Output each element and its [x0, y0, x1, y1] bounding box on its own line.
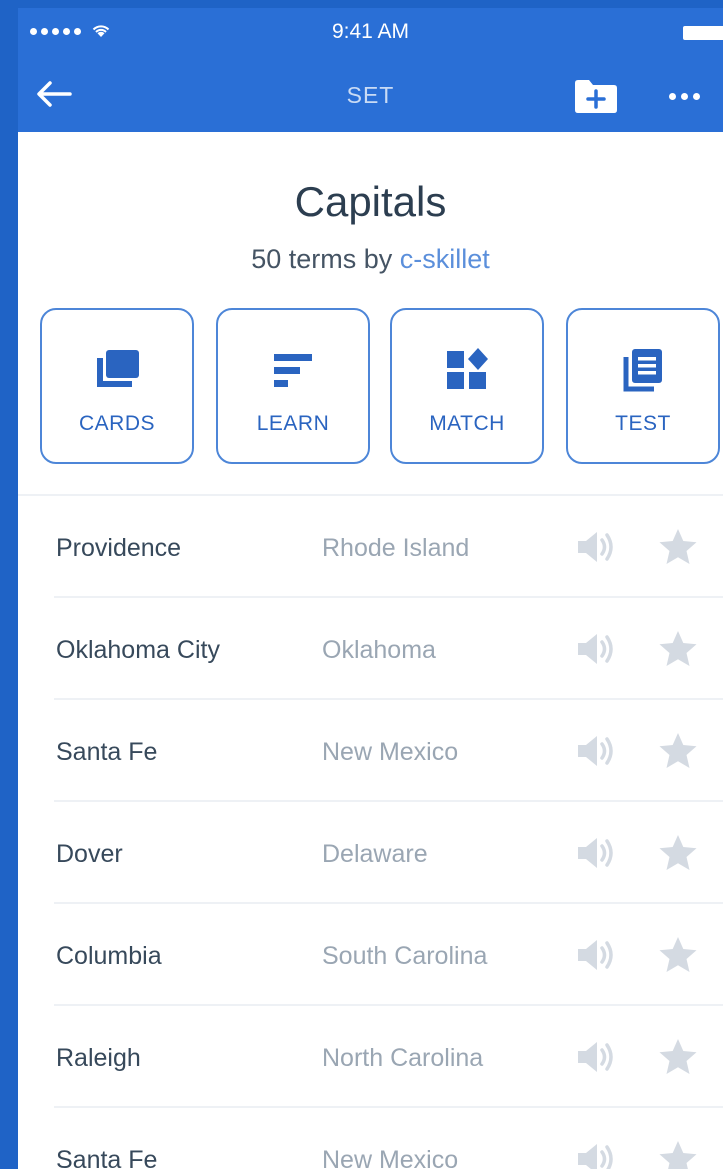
star-button[interactable]	[656, 526, 700, 568]
term-row[interactable]: Dover Delaware	[18, 802, 723, 904]
term-row[interactable]: Providence Rhode Island	[18, 496, 723, 598]
test-mode-button[interactable]: TEST	[566, 308, 720, 464]
speaker-icon	[578, 634, 613, 664]
term-list: Providence Rhode Island Oklahoma City Ok…	[18, 496, 723, 1169]
star-button[interactable]	[656, 730, 700, 772]
cards-mode-button[interactable]: CARDS	[40, 308, 194, 464]
learn-icon	[274, 354, 312, 387]
term-row[interactable]: Santa Fe New Mexico	[18, 700, 723, 802]
term-text: Providence	[56, 534, 182, 562]
author-link[interactable]: c-skillet	[400, 244, 490, 274]
add-to-folder-button[interactable]	[570, 74, 622, 118]
term-count: 50 terms by	[251, 244, 400, 274]
term-text: Santa Fe	[56, 738, 158, 766]
star-button[interactable]	[656, 1036, 700, 1078]
match-label: MATCH	[429, 412, 505, 435]
play-audio-button[interactable]	[574, 628, 620, 670]
star-icon	[659, 1141, 697, 1169]
play-audio-button[interactable]	[574, 934, 620, 976]
more-dot-icon	[680, 92, 688, 100]
speaker-icon	[578, 532, 613, 562]
speaker-icon	[578, 1042, 613, 1072]
device-frame-top	[0, 0, 723, 8]
star-button[interactable]	[656, 832, 700, 874]
term-text: Columbia	[56, 942, 162, 970]
star-icon	[659, 529, 697, 564]
app-bar: 9:41 AM SET	[18, 8, 723, 132]
learn-label: LEARN	[256, 412, 330, 435]
term-text: Santa Fe	[56, 1146, 158, 1169]
term-row[interactable]: Columbia South Carolina	[18, 904, 723, 1006]
play-audio-button[interactable]	[574, 730, 620, 772]
speaker-icon	[578, 940, 613, 970]
definition-text: North Carolina	[322, 1044, 484, 1072]
speaker-icon	[578, 838, 613, 868]
test-label: TEST	[615, 412, 671, 435]
speaker-icon	[578, 736, 613, 766]
app-screen: 9:41 AM SET Capitals 50 terms by c-skill…	[18, 8, 723, 1169]
term-row[interactable]: Santa Fe New Mexico	[18, 1108, 723, 1169]
match-icon	[447, 348, 488, 389]
definition-text: Delaware	[322, 840, 428, 868]
star-icon	[659, 835, 697, 870]
term-text: Raleigh	[56, 1044, 141, 1072]
play-audio-button[interactable]	[574, 832, 620, 874]
definition-text: South Carolina	[322, 942, 488, 970]
definition-text: New Mexico	[322, 738, 459, 766]
study-modes: CARDS LEARN MATCH TEST	[40, 308, 723, 464]
folder-plus-icon	[575, 80, 617, 113]
term-text: Oklahoma City	[56, 636, 220, 664]
star-icon	[659, 733, 697, 768]
match-mode-button[interactable]: MATCH	[390, 308, 544, 464]
play-audio-button[interactable]	[574, 1036, 620, 1078]
battery-icon	[683, 26, 723, 40]
term-text: Dover	[56, 840, 123, 868]
definition-text: New Mexico	[322, 1146, 459, 1169]
set-title: Capitals	[294, 178, 447, 225]
speaker-icon	[578, 1144, 613, 1169]
term-row[interactable]: Oklahoma City Oklahoma	[18, 598, 723, 700]
set-meta: 50 terms by c-skillet	[18, 244, 723, 275]
star-button[interactable]	[656, 934, 700, 976]
more-dot-icon	[668, 92, 676, 100]
star-icon	[659, 631, 697, 666]
star-button[interactable]	[656, 1138, 700, 1169]
status-time: 9:41 AM	[331, 20, 410, 43]
star-icon	[659, 937, 697, 972]
cards-icon	[97, 350, 139, 387]
device-frame-left	[0, 0, 18, 1169]
star-button[interactable]	[656, 628, 700, 670]
play-audio-button[interactable]	[574, 1138, 620, 1169]
definition-text: Oklahoma	[322, 636, 436, 664]
definition-text: Rhode Island	[322, 534, 470, 562]
cards-label: CARDS	[78, 412, 155, 435]
more-dot-icon	[692, 92, 700, 100]
more-options-button[interactable]	[658, 74, 710, 118]
play-audio-button[interactable]	[574, 526, 620, 568]
test-icon	[623, 349, 662, 392]
term-row[interactable]: Raleigh North Carolina	[18, 1006, 723, 1108]
learn-mode-button[interactable]: LEARN	[216, 308, 370, 464]
star-icon	[659, 1039, 697, 1074]
